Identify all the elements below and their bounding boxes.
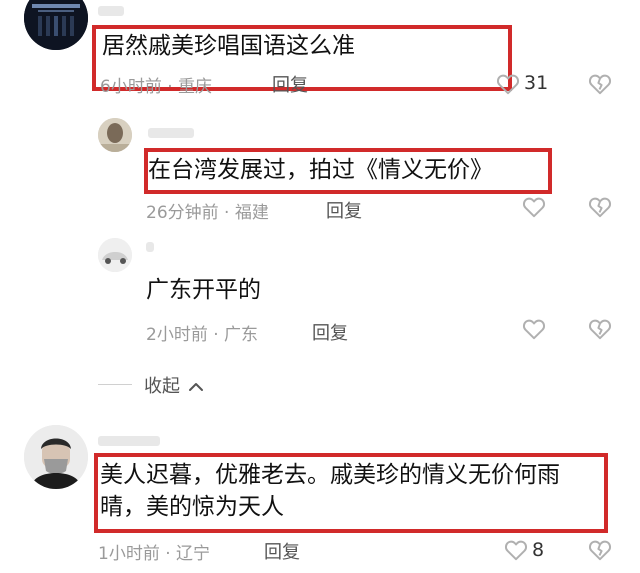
like-count: 8 — [532, 539, 545, 561]
comment-meta: 1小时前 · 辽宁 — [98, 539, 210, 564]
heart-outline-icon[interactable] — [521, 316, 547, 342]
avatar[interactable] — [24, 0, 88, 50]
avatar[interactable] — [24, 425, 88, 489]
like-count: 31 — [524, 72, 549, 94]
meta-separator: · — [167, 77, 173, 97]
comment-location: 重庆 — [178, 77, 213, 97]
comment-text: 广东开平的 — [146, 277, 261, 303]
collapse-divider — [98, 384, 132, 385]
username-blurred[interactable] — [98, 436, 160, 446]
reply-button[interactable]: 回复 — [326, 197, 362, 223]
broken-heart-icon[interactable] — [587, 537, 613, 563]
avatar[interactable] — [98, 118, 132, 152]
highlight-box — [144, 148, 552, 194]
collapse-replies-button[interactable]: 收起 — [144, 372, 204, 398]
avatar[interactable] — [98, 238, 132, 272]
reply-button[interactable]: 回复 — [312, 319, 348, 345]
comment-time: 6小时前 — [100, 77, 162, 97]
comment-location: 广东 — [224, 325, 259, 345]
reply-button[interactable]: 回复 — [264, 538, 300, 564]
username-blurred[interactable] — [146, 242, 154, 252]
comment-time: 1小时前 — [98, 544, 160, 564]
highlight-box — [94, 453, 608, 533]
comment-meta: 26分钟前 · 福建 — [146, 198, 269, 223]
broken-heart-icon[interactable] — [587, 194, 613, 220]
heart-outline-icon[interactable] — [521, 194, 547, 220]
broken-heart-icon[interactable] — [587, 316, 613, 342]
heart-outline-icon[interactable] — [503, 537, 529, 563]
collapse-label: 收起 — [144, 376, 180, 397]
chevron-up-icon — [188, 383, 203, 391]
comment-time: 2小时前 — [146, 325, 208, 345]
meta-separator: · — [213, 325, 219, 345]
comment-location: 福建 — [234, 203, 269, 223]
heart-outline-icon[interactable] — [495, 71, 521, 97]
comment-time: 26分钟前 — [146, 203, 219, 223]
comment-meta: 6小时前 · 重庆 — [100, 72, 212, 97]
username-blurred[interactable] — [98, 6, 124, 16]
broken-heart-icon[interactable] — [587, 71, 613, 97]
comment-meta: 2小时前 · 广东 — [146, 320, 258, 345]
username-blurred[interactable] — [148, 128, 194, 138]
reply-button[interactable]: 回复 — [272, 71, 308, 97]
meta-separator: · — [165, 544, 171, 564]
comment-location: 辽宁 — [176, 544, 211, 564]
meta-separator: · — [224, 203, 230, 223]
